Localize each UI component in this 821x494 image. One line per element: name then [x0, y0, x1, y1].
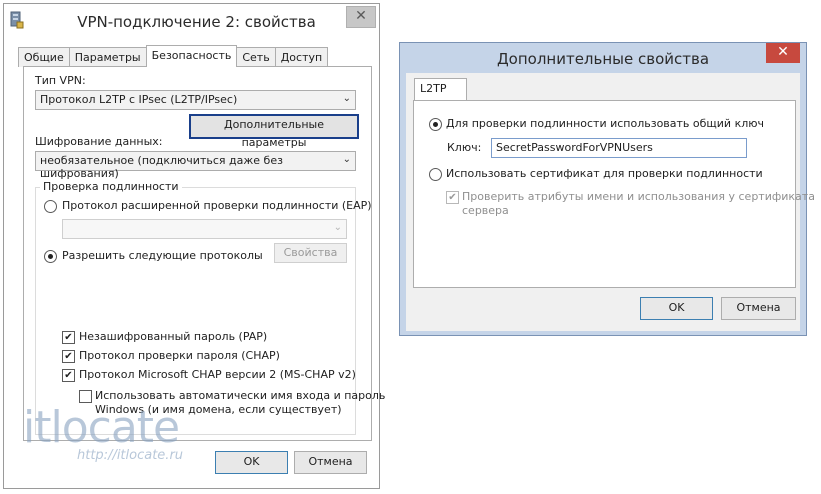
- verify-cert-label-line2[interactable]: сервера: [462, 204, 509, 217]
- allow-protocols-radio[interactable]: [44, 250, 57, 263]
- close-icon: ✕: [777, 44, 789, 60]
- chevron-down-icon: ⌄: [333, 222, 342, 233]
- psk-radio-label[interactable]: Для проверки подлинности использовать об…: [446, 117, 764, 130]
- vpn-type-value: Протокол L2TP с IPsec (L2TP/IPsec): [40, 93, 238, 106]
- tab-sharing[interactable]: Доступ: [274, 47, 329, 67]
- checkmark-icon: ✔: [64, 332, 73, 343]
- tab-general[interactable]: Общие: [18, 47, 70, 67]
- ok-button[interactable]: OK: [215, 451, 288, 474]
- tab-security[interactable]: Безопасность: [145, 45, 238, 67]
- close-button[interactable]: ✕: [346, 6, 376, 28]
- certificate-radio[interactable]: [429, 168, 442, 181]
- tab-options[interactable]: Параметры: [68, 47, 147, 67]
- vpn-type-select[interactable]: Протокол L2TP с IPsec (L2TP/IPsec) ⌄: [35, 90, 356, 110]
- tab-network[interactable]: Сеть: [236, 47, 276, 67]
- mschap-label[interactable]: Протокол Microsoft CHAP версии 2 (MS-CHA…: [79, 368, 356, 381]
- auto-login-label-line1[interactable]: Использовать автоматически имя входа и п…: [95, 389, 385, 402]
- psk-radio[interactable]: [429, 118, 442, 131]
- advanced-settings-button[interactable]: Дополнительные параметры: [189, 114, 359, 149]
- verify-cert-label-line1[interactable]: Проверить атрибуты имени и использования…: [462, 190, 815, 203]
- eap-select[interactable]: ⌄: [62, 219, 347, 239]
- auth-group-label: Проверка подлинности: [40, 180, 182, 193]
- advanced-properties-window: Дополнительные свойства ✕ L2TP Для прове…: [399, 42, 815, 336]
- key-input[interactable]: SecretPasswordForVPNUsers: [491, 138, 747, 158]
- cancel-button[interactable]: Отмена: [721, 297, 796, 320]
- window-title: VPN-подключение 2: свойства: [77, 13, 316, 31]
- tab-strip: Общие Параметры Безопасность Сеть Доступ: [18, 45, 329, 67]
- checkmark-icon: ✔: [64, 351, 73, 362]
- vpn-type-label: Тип VPN:: [35, 74, 86, 87]
- encryption-value: необязательное (подключиться даже без ши…: [40, 154, 283, 180]
- close-icon: ✕: [355, 8, 367, 24]
- cancel-button[interactable]: Отмена: [294, 451, 367, 474]
- window-title: Дополнительные свойства: [496, 50, 710, 68]
- certificate-radio-label[interactable]: Использовать сертификат для проверки под…: [446, 167, 763, 180]
- eap-radio-label[interactable]: Протокол расширенной проверки подлинност…: [62, 199, 372, 212]
- l2tp-tab-panel: Для проверки подлинности использовать об…: [413, 100, 815, 288]
- chap-label[interactable]: Протокол проверки пароля (CHAP): [79, 349, 280, 362]
- watermark: itlocate http://itlocate.ru: [23, 402, 184, 464]
- title-bar[interactable]: Дополнительные свойства ✕: [400, 43, 806, 73]
- properties-button[interactable]: Свойства: [274, 243, 347, 263]
- mschap-checkbox[interactable]: ✔: [62, 369, 75, 382]
- checkmark-icon: ✔: [448, 192, 457, 203]
- title-bar[interactable]: VPN-подключение 2: свойства ✕: [4, 4, 379, 37]
- key-label: Ключ:: [447, 141, 482, 154]
- close-button[interactable]: ✕: [766, 43, 800, 63]
- pap-label[interactable]: Незашифрованный пароль (PAP): [79, 330, 267, 343]
- checkmark-icon: ✔: [64, 370, 73, 381]
- watermark-url: http://itlocate.ru: [77, 448, 184, 463]
- encryption-label: Шифрование данных:: [35, 135, 163, 148]
- chevron-down-icon: ⌄: [342, 154, 351, 165]
- encryption-select[interactable]: необязательное (подключиться даже без ши…: [35, 151, 356, 180]
- tab-l2tp[interactable]: L2TP: [414, 78, 468, 100]
- chevron-down-icon: ⌄: [342, 93, 351, 104]
- pap-checkbox[interactable]: ✔: [62, 331, 75, 344]
- watermark-logo: itlocate: [23, 402, 180, 453]
- eap-radio[interactable]: [44, 200, 57, 213]
- tab-strip: L2TP: [414, 78, 468, 100]
- chap-checkbox[interactable]: ✔: [62, 350, 75, 363]
- security-tab-panel: Тип VPN: Протокол L2TP с IPsec (L2TP/IPs…: [23, 66, 385, 441]
- ok-button[interactable]: OK: [640, 297, 713, 320]
- allow-protocols-label[interactable]: Разрешить следующие протоколы: [62, 249, 263, 262]
- verify-cert-checkbox[interactable]: ✔: [446, 191, 459, 204]
